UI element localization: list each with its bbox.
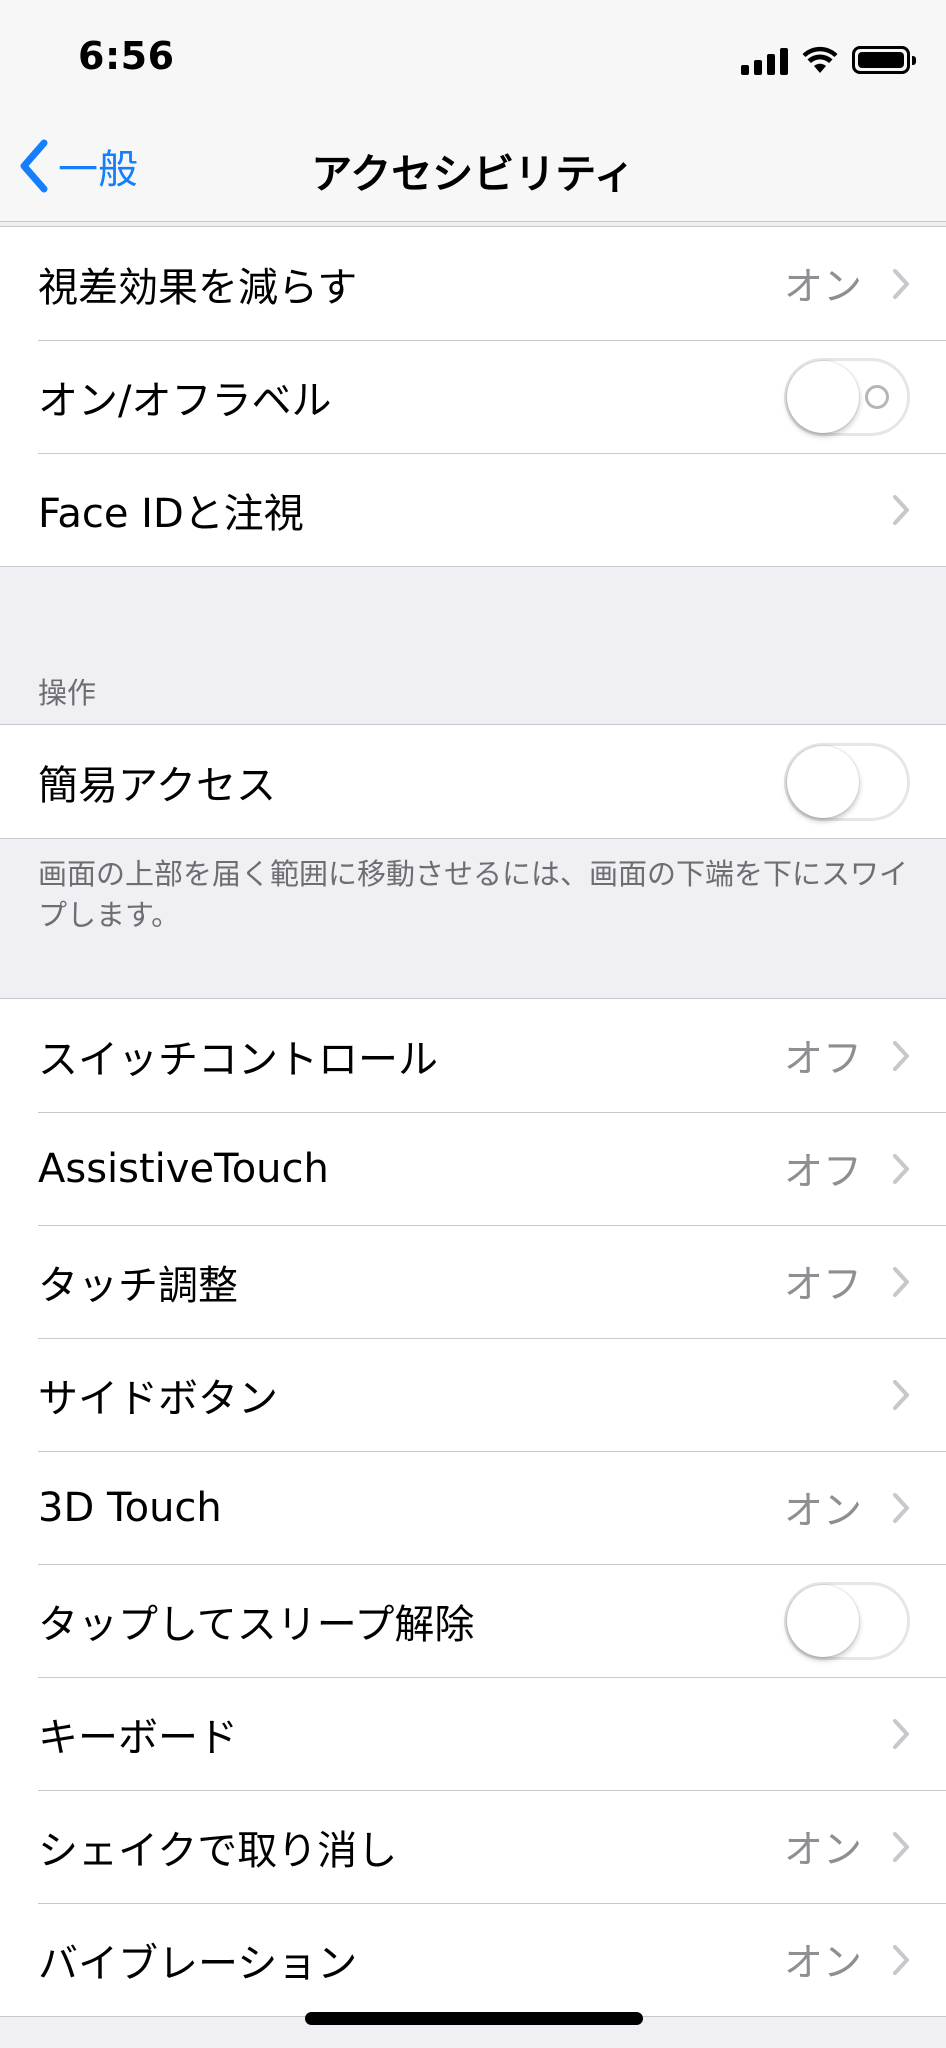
settings-row-touch-accommodations[interactable]: タッチ調整 オフ (0, 1225, 946, 1338)
row-label: オン/オフラベル (38, 377, 332, 424)
settings-row-switch-control[interactable]: スイッチコントロール オフ (0, 999, 946, 1112)
tap-to-wake-toggle[interactable] (784, 1581, 910, 1660)
settings-row-vibration[interactable]: バイブレーション オン (0, 1903, 946, 2016)
off-label-glyph (865, 384, 889, 409)
status-time: 6:56 (78, 34, 175, 78)
row-label: スイッチコントロール (38, 1036, 438, 1083)
toggle-knob (787, 1584, 859, 1657)
settings-row-tap-to-wake: タップしてスリープ解除 (0, 1564, 946, 1677)
row-value: オフ (783, 1262, 862, 1308)
status-bar: 6:56 (0, 0, 946, 110)
row-value: オン (783, 1940, 862, 1986)
row-label: 簡易アクセス (38, 762, 276, 809)
row-value: オン (783, 1488, 862, 1534)
settings-row-on-off-labels: オン/オフラベル (0, 340, 946, 453)
chevron-right-icon (893, 1831, 909, 1862)
row-value: オン (783, 264, 862, 310)
wifi-icon (802, 46, 838, 73)
row-label: サイドボタン (38, 1375, 278, 1422)
home-indicator[interactable] (305, 2012, 643, 2025)
toggle-knob (787, 360, 859, 433)
toggle-knob (787, 745, 859, 818)
interaction-settings-group: スイッチコントロール オフ AssistiveTouch オフ タッチ調整 オフ… (0, 998, 946, 2017)
row-value: オン (783, 1827, 862, 1873)
section-header-interaction: 操作 (38, 676, 97, 710)
status-icons (741, 40, 916, 80)
row-label: タップしてスリープ解除 (38, 1601, 475, 1648)
row-label: AssistiveTouch (38, 1145, 329, 1192)
cellular-signal-icon (741, 45, 788, 75)
settings-row-assistivetouch[interactable]: AssistiveTouch オフ (0, 1112, 946, 1225)
chevron-right-icon (893, 1040, 909, 1071)
row-value: オフ (783, 1036, 862, 1082)
row-label: シェイクで取り消し (38, 1827, 398, 1874)
chevron-right-icon (893, 1266, 909, 1297)
battery-icon (852, 46, 916, 74)
navigation-bar: 一般 アクセシビリティ (0, 110, 946, 222)
settings-row-keyboard[interactable]: キーボード (0, 1677, 946, 1790)
page-title: アクセシビリティ (311, 150, 635, 198)
chevron-right-icon (893, 1944, 909, 1975)
row-label: 3D Touch (38, 1484, 222, 1531)
chevron-right-icon (893, 1379, 909, 1410)
section-footer-reachability: 画面の上部を届く範囲に移動させるには、画面の下端を下にスワイプします。 (38, 857, 909, 932)
row-label: 視差効果を減らす (38, 264, 358, 311)
settings-row-reachability: 簡易アクセス (0, 725, 946, 838)
settings-row-shake-to-undo[interactable]: シェイクで取り消し オン (0, 1790, 946, 1903)
on-off-labels-toggle[interactable] (784, 357, 910, 436)
settings-row-face-id-attention[interactable]: Face IDと注視 (0, 453, 946, 566)
chevron-right-icon (893, 1153, 909, 1184)
settings-row-side-button[interactable]: サイドボタン (0, 1338, 946, 1451)
reachability-toggle[interactable] (784, 742, 910, 821)
chevron-right-icon (893, 1492, 909, 1523)
reachability-group: 簡易アクセス (0, 724, 946, 839)
row-label: Face IDと注視 (38, 490, 304, 537)
vision-settings-group: 視差効果を減らす オン オン/オフラベル Face IDと注視 (0, 226, 946, 567)
chevron-right-icon (893, 1718, 909, 1749)
chevron-right-icon (893, 268, 909, 299)
row-label: キーボード (38, 1714, 238, 1761)
row-label: バイブレーション (38, 1940, 358, 1987)
screen: 6:56 一般 アクセシビリティ 視差効果を減らす オン オン/オフラベル Fa… (0, 0, 946, 2048)
chevron-right-icon (893, 494, 909, 525)
settings-row-3d-touch[interactable]: 3D Touch オン (0, 1451, 946, 1564)
row-value: オフ (783, 1149, 862, 1195)
row-label: タッチ調整 (38, 1262, 238, 1309)
settings-row-reduce-parallax[interactable]: 視差効果を減らす オン (0, 227, 946, 340)
